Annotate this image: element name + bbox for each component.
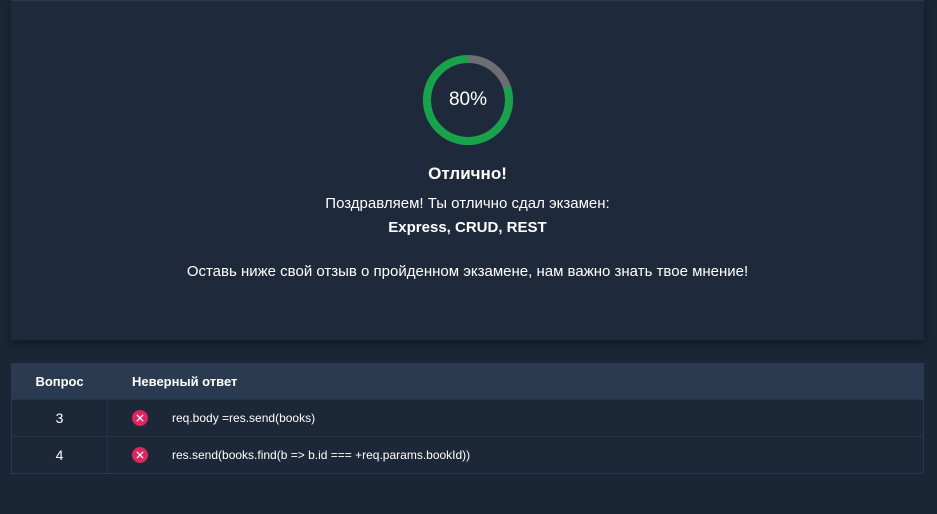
- result-card: 80% Отлично! Поздравляем! Ты отлично сда…: [11, 0, 924, 340]
- wrong-answer-text: req.body =res.send(books): [172, 411, 316, 425]
- score-progress-ring: 80%: [422, 54, 514, 146]
- header-wrong-answer: Неверный ответ: [132, 374, 238, 389]
- question-number: 4: [12, 437, 108, 473]
- exam-result-page: 80% Отлично! Поздравляем! Ты отлично сда…: [0, 0, 937, 514]
- header-question: Вопрос: [35, 374, 84, 389]
- score-percent: 80%: [448, 89, 488, 110]
- question-number: 3: [12, 400, 108, 436]
- x-circle-icon: [132, 410, 148, 426]
- feedback-prompt: Оставь ниже свой отзыв о пройденном экза…: [186, 263, 749, 280]
- wrong-answer-cell: req.body =res.send(books): [108, 410, 923, 426]
- table-header: Вопрос Неверный ответ: [12, 364, 923, 399]
- table-row: 3 req.body =res.send(books): [12, 399, 923, 436]
- wrong-answer-cell: res.send(books.find(b => b.id === +req.p…: [108, 447, 923, 463]
- congrats-text: Поздравляем! Ты отлично сдал экзамен:: [325, 195, 610, 212]
- x-circle-icon: [132, 447, 148, 463]
- table-row: 4 res.send(books.find(b => b.id === +req…: [12, 436, 923, 473]
- result-title: Отлично!: [428, 164, 507, 183]
- exam-name: Express, CRUD, REST: [388, 219, 547, 236]
- wrong-answer-text: res.send(books.find(b => b.id === +req.p…: [172, 448, 471, 462]
- wrong-answers-table: Вопрос Неверный ответ 3 req.body =res.se…: [11, 363, 924, 474]
